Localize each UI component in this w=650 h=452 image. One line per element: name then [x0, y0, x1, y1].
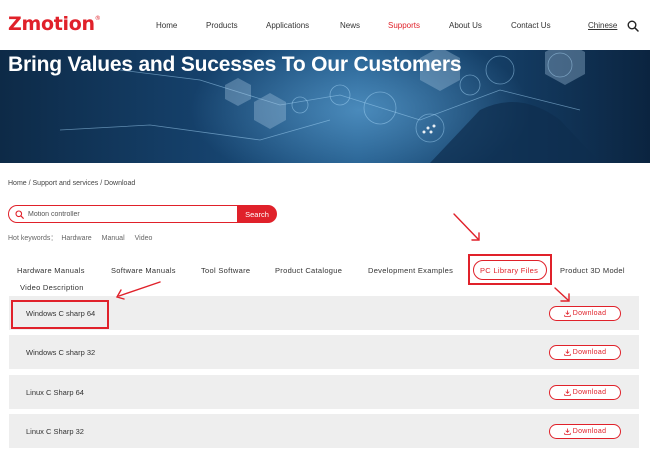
nav-about-us[interactable]: About Us	[449, 21, 482, 30]
hot-keyword-video[interactable]: Video	[135, 235, 153, 242]
nav-home[interactable]: Home	[156, 21, 177, 30]
nav-supports[interactable]: Supports	[388, 21, 420, 30]
nav-news[interactable]: News	[340, 21, 360, 30]
breadcrumb[interactable]: Home / Support and services / Download	[8, 180, 135, 187]
tab-product-3d-model[interactable]: Product 3D Model	[560, 266, 625, 275]
search-field[interactable]	[8, 205, 238, 223]
download-label: Download	[572, 428, 607, 435]
file-name: Windows C sharp 32	[26, 348, 96, 357]
file-name: Linux C Sharp 32	[26, 427, 84, 436]
tab-product-catalogue[interactable]: Product Catalogue	[275, 266, 342, 275]
download-button[interactable]: Download	[549, 306, 621, 321]
search-icon[interactable]	[627, 20, 639, 32]
tab-software-manuals[interactable]: Software Manuals	[111, 266, 176, 275]
hero-banner: Bring Values and Sucesses To Our Custome…	[0, 50, 650, 163]
search-icon	[15, 210, 24, 219]
tab-tool-software[interactable]: Tool Software	[201, 266, 250, 275]
tab-development-examples[interactable]: Development Examples	[368, 266, 453, 275]
main-nav: Home Products Applications News Supports…	[0, 21, 650, 33]
language-switch[interactable]: Chinese	[588, 21, 617, 30]
download-label: Download	[572, 310, 607, 317]
hot-keywords: Hot keywords： Hardware Manual Video	[8, 233, 160, 243]
download-label: Download	[572, 389, 607, 396]
download-icon	[564, 428, 571, 435]
download-button[interactable]: Download	[549, 345, 621, 360]
highlight-box	[11, 300, 109, 329]
download-icon	[564, 349, 571, 356]
list-item: Linux C Sharp 32 Download	[9, 414, 639, 448]
banner-title: Bring Values and Sucesses To Our Custome…	[8, 53, 462, 76]
file-name: Linux C Sharp 64	[26, 388, 84, 397]
download-button[interactable]: Download	[549, 424, 621, 439]
tab-video-description[interactable]: Video Description	[20, 283, 84, 292]
nav-contact-us[interactable]: Contact Us	[511, 21, 551, 30]
download-icon	[564, 389, 571, 396]
search-button[interactable]: Search	[237, 205, 277, 223]
search-input[interactable]	[28, 208, 233, 220]
tab-hardware-manuals[interactable]: Hardware Manuals	[17, 266, 85, 275]
highlight-box	[468, 254, 552, 285]
hot-keyword-hardware[interactable]: Hardware	[61, 235, 91, 242]
hot-keywords-label: Hot keywords：	[8, 235, 58, 242]
nav-applications[interactable]: Applications	[266, 21, 309, 30]
site-header: Zmotion® Home Products Applications News…	[0, 0, 650, 50]
hot-keyword-manual[interactable]: Manual	[102, 235, 125, 242]
list-item: Linux C Sharp 64 Download	[9, 375, 639, 409]
download-button[interactable]: Download	[549, 385, 621, 400]
download-label: Download	[572, 349, 607, 356]
nav-products[interactable]: Products	[206, 21, 238, 30]
list-item: Windows C sharp 32 Download	[9, 335, 639, 369]
download-icon	[564, 310, 571, 317]
